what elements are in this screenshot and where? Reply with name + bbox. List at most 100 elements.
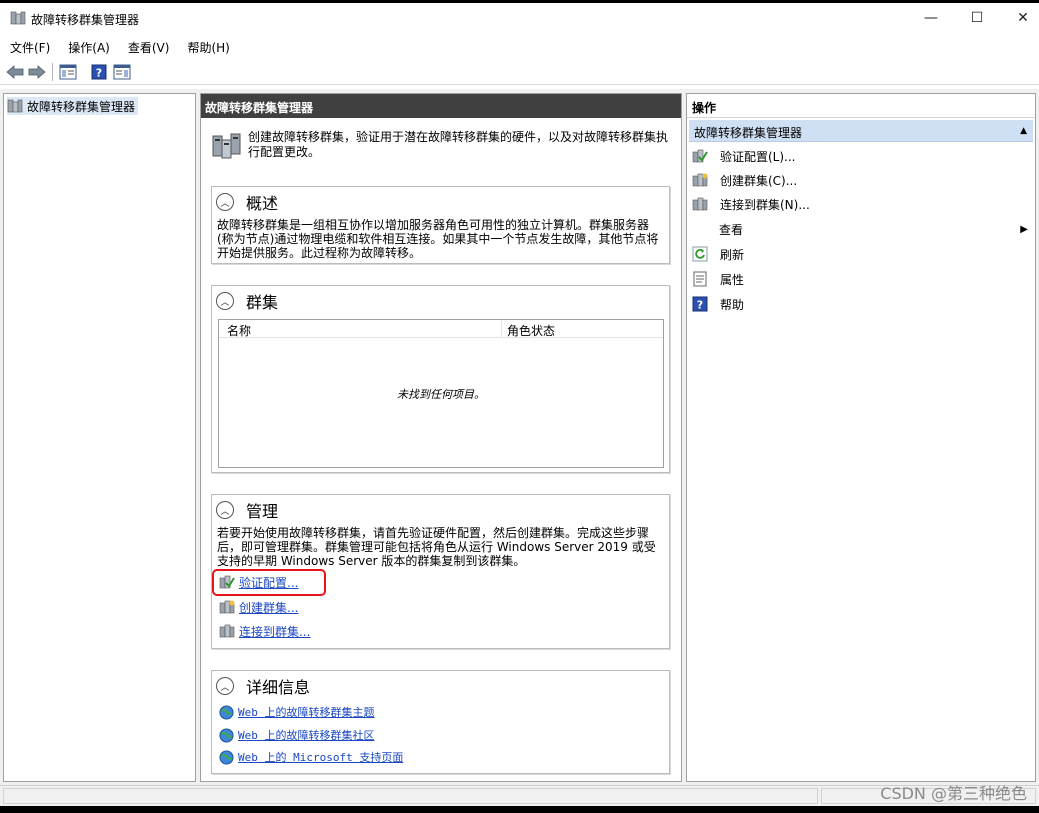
action-label: 帮助 <box>720 297 745 312</box>
clusters-title: 群集 <box>246 293 279 312</box>
help-icon: ? <box>692 296 708 312</box>
create-cluster-icon <box>692 173 708 187</box>
submenu-arrow-icon: ▶ <box>1020 223 1028 235</box>
overview-text: 故障转移群集是一组相互协作以增加服务器角色可用性的独立计算机。群集服务器(称为节… <box>217 218 659 260</box>
actions-pane: 操作 故障转移群集管理器 ▲ 验证配置(L)... 创建群集(C)... 连接到… <box>686 93 1036 782</box>
forward-button[interactable] <box>27 62 47 82</box>
menu-help[interactable]: 帮助(H) <box>177 37 237 57</box>
connect-cluster-icon <box>219 624 235 638</box>
connect-cluster-icon <box>692 197 708 211</box>
globe-icon <box>219 749 234 765</box>
management-title: 管理 <box>246 502 279 521</box>
status-cell-main <box>3 788 818 804</box>
action-create-cluster[interactable]: 创建群集(C)... <box>692 170 797 190</box>
action-label: 验证配置(L)... <box>720 149 796 164</box>
cluster-icon <box>212 133 241 159</box>
column-divider[interactable] <box>501 320 502 338</box>
center-pane-header: 故障转移群集管理器 <box>201 94 681 118</box>
properties-icon <box>693 271 707 287</box>
overview-section: ︿ 概述 故障转移群集是一组相互协作以增加服务器角色可用性的独立计算机。群集服务… <box>211 186 670 264</box>
show-tree-button[interactable] <box>58 62 78 82</box>
back-button[interactable] <box>5 62 25 82</box>
more-info-section: ︿ 详细信息 Web 上的故障转移群集主题 Web 上的故障转移群集社区 Web… <box>211 670 670 774</box>
menu-file[interactable]: 文件(F) <box>0 37 58 57</box>
cluster-manager-icon <box>10 11 26 25</box>
main-area: 故障转移群集管理器 故障转移群集管理器 创建故障转移群集，验证用于潜在故障转移群… <box>0 89 1039 785</box>
console-tree-icon <box>59 64 77 80</box>
action-label: 查看 <box>719 222 744 237</box>
management-header[interactable]: ︿ 管理 <box>216 499 278 521</box>
web-topics-link[interactable]: Web 上的故障转移群集主题 <box>238 704 375 720</box>
web-support-link-row[interactable]: Web 上的 Microsoft 支持页面 <box>219 748 403 766</box>
clusters-section: ︿ 群集 名称 角色状态 未找到任何项目。 <box>211 285 670 473</box>
action-label: 创建群集(C)... <box>720 173 798 188</box>
help-icon: ? <box>91 64 107 80</box>
overview-header[interactable]: ︿ 概述 <box>216 191 278 213</box>
svg-text:?: ? <box>96 67 102 80</box>
clusters-header[interactable]: ︿ 群集 <box>216 290 278 312</box>
clusters-list[interactable]: 名称 角色状态 未找到任何项目。 <box>218 319 664 468</box>
toolbar-separator <box>52 63 53 81</box>
center-pane: 故障转移群集管理器 创建故障转移群集，验证用于潜在故障转移群集的硬件，以及对故障… <box>200 93 682 782</box>
menu-action[interactable]: 操作(A) <box>58 37 118 57</box>
red-highlight-box <box>212 569 326 596</box>
actions-header: 操作 <box>687 94 1035 118</box>
collapse-icon[interactable]: ︿ <box>216 501 234 519</box>
action-connect-cluster[interactable]: 连接到群集(N)... <box>692 194 810 214</box>
collapse-icon[interactable]: ︿ <box>216 677 234 695</box>
create-cluster-link-row[interactable]: 创建群集... <box>219 598 298 616</box>
back-arrow-icon <box>6 65 24 79</box>
web-community-link-row[interactable]: Web 上的故障转移群集社区 <box>219 726 375 744</box>
forward-arrow-icon <box>28 65 46 79</box>
create-cluster-icon <box>219 600 235 614</box>
help-button[interactable]: ? <box>89 62 109 82</box>
more-info-title: 详细信息 <box>246 678 311 697</box>
action-help[interactable]: ? 帮助 <box>692 294 744 314</box>
title-bar: 故障转移群集管理器 — ☐ ✕ <box>0 3 1039 33</box>
collapse-icon[interactable]: ︿ <box>216 193 234 211</box>
overview-title: 概述 <box>246 194 279 213</box>
show-action-pane-button[interactable] <box>112 62 132 82</box>
collapse-up-icon[interactable]: ▲ <box>1020 126 1027 136</box>
action-pane-icon <box>113 64 131 80</box>
maximize-button[interactable]: ☐ <box>954 3 1000 33</box>
more-info-header[interactable]: ︿ 详细信息 <box>216 675 310 697</box>
window-title: 故障转移群集管理器 <box>31 13 140 27</box>
cluster-manager-icon <box>7 99 23 113</box>
empty-message: 未找到任何项目。 <box>397 388 485 401</box>
column-role-status[interactable]: 角色状态 <box>507 322 555 339</box>
connect-cluster-link[interactable]: 连接到群集... <box>239 623 310 640</box>
tree-item-cluster-manager[interactable]: 故障转移群集管理器 <box>7 97 139 115</box>
actions-subheader[interactable]: 故障转移群集管理器 ▲ <box>689 120 1033 142</box>
web-topics-link-row[interactable]: Web 上的故障转移群集主题 <box>219 703 375 721</box>
action-label: 连接到群集(N)... <box>720 197 810 212</box>
globe-icon <box>219 727 234 743</box>
column-name[interactable]: 名称 <box>227 322 251 339</box>
globe-icon <box>219 704 234 720</box>
action-view[interactable]: 查看 ▶ <box>692 219 1032 239</box>
action-properties[interactable]: 属性 <box>692 269 744 289</box>
menu-bar: 文件(F) 操作(A) 查看(V) 帮助(H) <box>0 37 238 57</box>
clusters-list-header: 名称 角色状态 <box>219 320 663 338</box>
intro-text: 创建故障转移群集，验证用于潜在故障转移群集的硬件，以及对故障转移群集执行配置更改… <box>248 130 669 159</box>
toolbar: ? <box>0 59 1039 85</box>
connect-cluster-link-row[interactable]: 连接到群集... <box>219 622 310 640</box>
action-refresh[interactable]: 刷新 <box>692 244 744 264</box>
close-button[interactable]: ✕ <box>1000 3 1039 33</box>
collapse-icon[interactable]: ︿ <box>216 292 234 310</box>
action-label: 刷新 <box>720 247 745 262</box>
create-cluster-link[interactable]: 创建群集... <box>239 599 298 616</box>
action-label: 属性 <box>720 272 745 287</box>
minimize-button[interactable]: — <box>908 3 954 33</box>
menu-view[interactable]: 查看(V) <box>118 37 178 57</box>
action-validate-config[interactable]: 验证配置(L)... <box>692 146 796 166</box>
tree-item-label: 故障转移群集管理器 <box>27 99 136 114</box>
actions-subheader-label: 故障转移群集管理器 <box>694 126 803 140</box>
management-text: 若要开始使用故障转移群集，请首先验证硬件配置，然后创建群集。完成这些步骤后，即可… <box>217 526 656 568</box>
app-window: 故障转移群集管理器 — ☐ ✕ 文件(F) 操作(A) 查看(V) 帮助(H) … <box>0 3 1039 806</box>
validate-config-icon <box>692 149 708 163</box>
console-tree: 故障转移群集管理器 <box>3 93 196 782</box>
web-support-link[interactable]: Web 上的 Microsoft 支持页面 <box>238 749 403 765</box>
watermark: CSDN @第三种绝色 <box>880 784 1027 803</box>
web-community-link[interactable]: Web 上的故障转移群集社区 <box>238 727 375 743</box>
